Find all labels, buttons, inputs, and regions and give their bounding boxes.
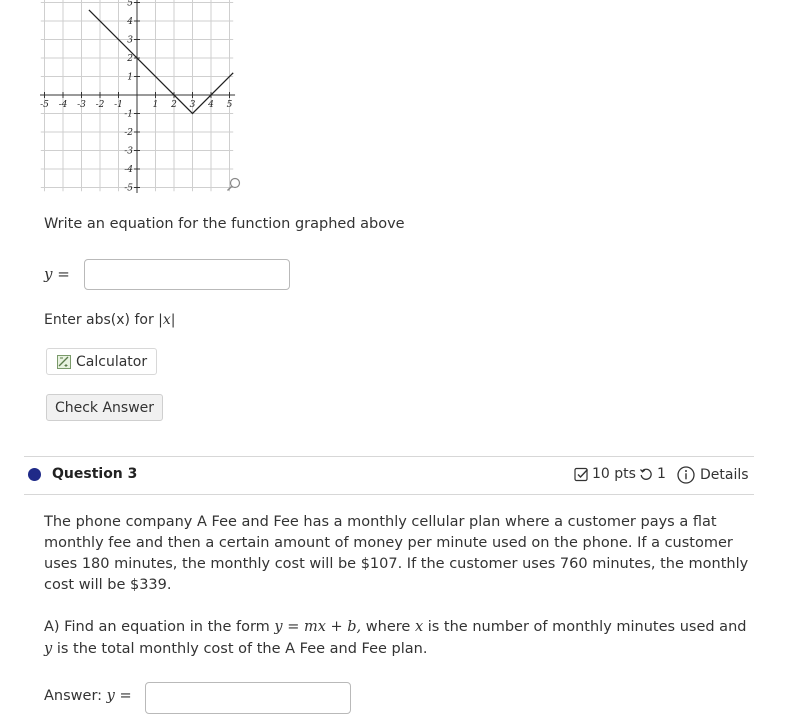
part-a-equation: y = mx + b,	[274, 619, 362, 635]
attempts-count: 1	[657, 466, 666, 482]
divider-bottom	[24, 494, 754, 495]
points-text: 10 pts	[592, 466, 636, 482]
x-tick-label: 4	[207, 100, 214, 110]
attempts-indicator: 1	[639, 466, 666, 482]
details-button[interactable]: Details	[677, 466, 749, 484]
part-a-answer-text: Answer:	[44, 688, 103, 704]
function-graph: -5 -4 -3 -2 -1 1 2 3 4 5 5 4 3 2 1 -1 -2 -3 -4 -5	[40, 0, 241, 194]
answer-label: y =	[44, 265, 70, 283]
x-tick-label: -2	[96, 100, 105, 110]
x-tick-label: 2	[170, 100, 177, 110]
part-a-text: A) Find an equation in the form y = mx +…	[44, 616, 749, 660]
y-tick-label: -3	[124, 147, 133, 157]
part-a-answer-label: Answer: y =	[44, 688, 132, 704]
divider-top	[24, 456, 754, 457]
y-tick-label: -5	[124, 184, 133, 194]
part-a-intro: A) Find an equation in the form	[44, 619, 270, 635]
question-status-dot	[28, 468, 41, 481]
y-tick-label: 5	[127, 0, 133, 9]
y-tick-label: -4	[124, 165, 133, 175]
question-title: Question 3	[52, 466, 138, 482]
part-a-x: x	[414, 619, 424, 635]
checkbox-icon	[574, 467, 589, 481]
part-a-answer-input[interactable]	[145, 682, 351, 714]
x-tick-label: 5	[227, 100, 233, 110]
x-tick-label: -4	[59, 100, 68, 110]
graph-axes	[40, 0, 236, 194]
y-tick-label: -2	[124, 128, 133, 138]
x-tick-label: -3	[77, 100, 86, 110]
y-tick-label: 3	[127, 36, 133, 46]
graph-tick-labels: -5 -4 -3 -2 -1 1 2 3 4 5 5 4 3 2 1 -1 -2 -3 -4 -5	[40, 0, 233, 194]
calculator-button[interactable]: Calculator	[46, 348, 157, 375]
y-tick-label: 4	[126, 17, 133, 27]
abs-hint: Enter abs(x) for |x|	[44, 312, 176, 328]
abs-hint-math: |x|	[158, 312, 176, 328]
details-label: Details	[700, 467, 749, 483]
calculator-label: Calculator	[76, 353, 148, 370]
question-prompt: Write an equation for the function graph…	[44, 216, 405, 232]
part-a-x-desc: is the number of monthly minutes used an…	[427, 619, 747, 635]
calculator-icon	[57, 354, 71, 369]
x-tick-label: -5	[40, 100, 49, 110]
part-a-answer-math: y =	[106, 688, 132, 704]
abs-hint-text: Enter abs(x) for	[44, 312, 154, 328]
part-a-where: where	[365, 619, 411, 635]
points-badge: 10 pts	[574, 466, 636, 482]
y-tick-label: 2	[126, 54, 133, 64]
y-tick-label: 1	[127, 73, 133, 83]
part-a-y: y	[44, 641, 53, 657]
x-tick-label: 1	[153, 100, 159, 110]
equation-input[interactable]	[84, 259, 290, 290]
question-body: The phone company A Fee and Fee has a mo…	[44, 514, 749, 593]
info-icon	[677, 466, 695, 484]
x-tick-label: 3	[190, 100, 196, 110]
check-answer-button[interactable]: Check Answer	[46, 394, 163, 421]
retry-icon	[640, 468, 652, 480]
part-a-y-desc: is the total monthly cost of the A Fee a…	[56, 641, 428, 657]
y-tick-label: -1	[124, 110, 133, 120]
function-line	[88, 9, 234, 115]
x-tick-label: -1	[114, 100, 123, 110]
